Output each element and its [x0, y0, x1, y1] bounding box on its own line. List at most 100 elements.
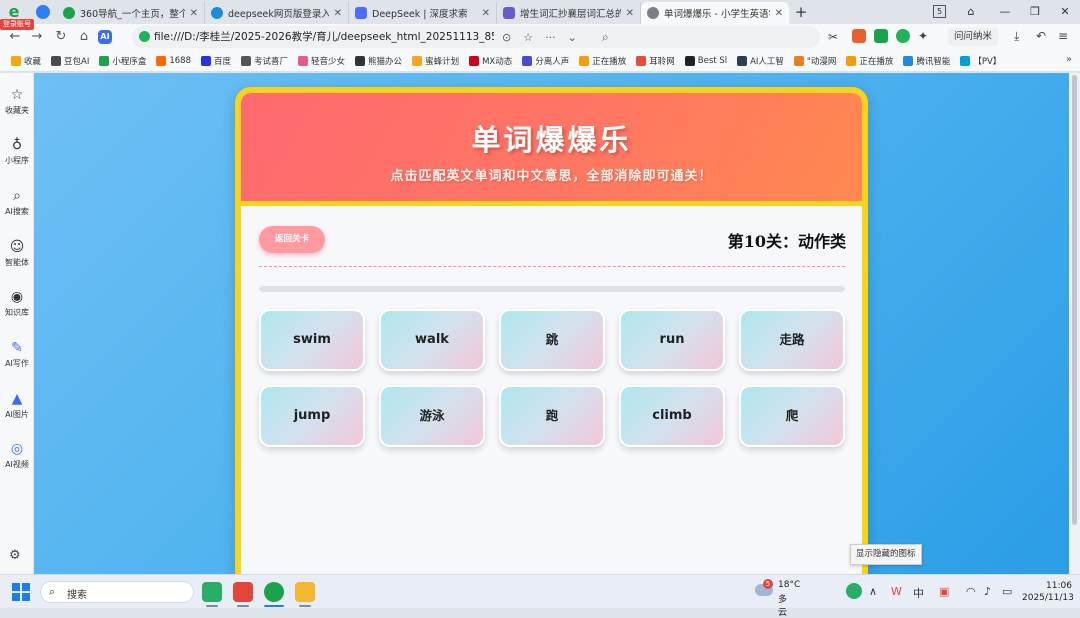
bookmark-item[interactable]: 1688: [151, 50, 196, 72]
volume-icon[interactable]: ♪: [984, 585, 991, 598]
bookmark-item[interactable]: 【PV】: [955, 50, 1006, 72]
chevron-down-icon[interactable]: ⌄: [568, 31, 577, 44]
wenwen-button[interactable]: 问问纳米: [948, 28, 999, 46]
home-icon[interactable]: ⌂: [75, 28, 93, 46]
close-icon[interactable]: ✕: [190, 8, 198, 19]
tab-label: 增生词汇抄襄层词汇总的: [520, 9, 621, 20]
sidebar-item-ai-search[interactable]: ⌕ AI搜索: [0, 182, 34, 226]
tab-vocab[interactable]: 增生词汇抄襄层词汇总的 ✕: [497, 2, 641, 24]
tab-count-badge[interactable]: 5: [933, 5, 946, 18]
tab-deepseek-login[interactable]: deepseek网页版登录入口_ ✕: [205, 2, 349, 24]
word-card[interactable]: 跑: [499, 385, 605, 447]
vertical-scrollbar[interactable]: [1069, 73, 1080, 574]
bookmark-item[interactable]: MX动态: [464, 50, 517, 72]
bookmark-item[interactable]: 耳聆网: [631, 50, 680, 72]
shirt-icon[interactable]: ⌂: [962, 3, 980, 21]
back-to-levels-button[interactable]: 返回关卡: [259, 226, 325, 253]
file-explorer-icon[interactable]: [295, 582, 315, 602]
more-icon[interactable]: ···: [545, 31, 556, 44]
word-card[interactable]: 爬: [739, 385, 845, 447]
word-card[interactable]: 游泳: [379, 385, 485, 447]
bookmark-item[interactable]: 豆包AI: [46, 50, 94, 72]
taskbar-search-input[interactable]: ⌕ 搜索: [40, 581, 194, 603]
bookmark-item[interactable]: "动漫网: [789, 50, 841, 72]
undo-icon[interactable]: ↶: [1036, 29, 1050, 43]
bookmark-item[interactable]: 小程序盒: [94, 50, 151, 72]
knowledge-icon: ◉: [10, 289, 24, 305]
minimize-icon[interactable]: —: [996, 3, 1014, 21]
word-card[interactable]: 走路: [739, 309, 845, 371]
word-card[interactable]: swim: [259, 309, 365, 371]
sidebar-item-ai-writing[interactable]: ✎ AI写作: [0, 334, 34, 378]
clock-date[interactable]: 2025/11/13: [1022, 593, 1074, 603]
tray-app-icon[interactable]: [846, 583, 862, 599]
sidebar-item-agents[interactable]: ☺ 智能体: [0, 233, 34, 277]
search-icon[interactable]: ⌕: [602, 30, 609, 45]
bookmark-item[interactable]: 正在播放: [841, 50, 898, 72]
bookmark-item[interactable]: 考试喜厂: [236, 50, 293, 72]
login-badge[interactable]: 登录账号: [0, 19, 34, 30]
scrollbar-thumb[interactable]: [1072, 75, 1077, 525]
bookmark-item[interactable]: AI人工智: [732, 50, 789, 72]
bookmark-label: 轻音少女: [311, 56, 346, 67]
bookmark-item[interactable]: 正在播放: [574, 50, 631, 72]
star-icon[interactable]: ☆: [523, 31, 533, 44]
bookmark-item[interactable]: Best Sl: [680, 50, 732, 72]
bookmark-item[interactable]: 轻音少女: [293, 50, 350, 72]
bookmark-item[interactable]: 分离人声: [517, 50, 574, 72]
url-text[interactable]: file:///D:/李桂兰/2025-2026教学/育儿/deepseek_h…: [154, 26, 494, 48]
window-close-icon[interactable]: ✕: [1056, 3, 1074, 21]
download-icon[interactable]: ⤓: [1014, 29, 1028, 43]
battery-icon[interactable]: ▭: [1002, 585, 1012, 598]
shield-icon[interactable]: [36, 5, 50, 19]
restore-icon[interactable]: ❐: [1026, 3, 1044, 21]
forward-arrow-icon[interactable]: →: [28, 28, 46, 46]
back-arrow-icon[interactable]: ←: [6, 28, 24, 46]
wechat-icon[interactable]: [202, 582, 222, 602]
sidebar-item-ai-video[interactable]: ◎ AI视频: [0, 435, 34, 479]
bookmark-item[interactable]: 腾讯智能: [898, 50, 955, 72]
clock-time[interactable]: 11:06: [1046, 581, 1072, 591]
browser-360-icon[interactable]: [264, 582, 284, 602]
word-card[interactable]: climb: [619, 385, 725, 447]
tab-word-game[interactable]: 单词爆爆乐 - 小学生英语学 ✕: [641, 2, 789, 24]
scissors-icon[interactable]: ✂: [828, 30, 842, 44]
tab-deepseek[interactable]: DeepSeek | 深度求索 ✕: [349, 2, 497, 24]
close-icon[interactable]: ✕: [334, 8, 342, 19]
windows-start-icon[interactable]: [12, 583, 30, 601]
close-icon[interactable]: ✕: [626, 8, 634, 19]
puzzle-icon[interactable]: ✦: [918, 29, 932, 43]
bookmark-item[interactable]: 熊猫办公: [350, 50, 407, 72]
bookmark-item[interactable]: 百度: [196, 50, 236, 72]
tray-w-icon[interactable]: W: [891, 585, 902, 598]
tab-360-nav[interactable]: 360导航_一个主页，整个世界 ✕: [57, 2, 205, 24]
word-card[interactable]: 跳: [499, 309, 605, 371]
sidebar-item-favorites[interactable]: ☆ 收藏夹: [0, 81, 34, 125]
fox-icon[interactable]: [852, 29, 866, 43]
reload-icon[interactable]: ↻: [52, 28, 70, 46]
extension-green-icon[interactable]: [874, 29, 888, 43]
close-icon[interactable]: ✕: [482, 8, 490, 19]
word-card[interactable]: run: [619, 309, 725, 371]
url-bar[interactable]: file:///D:/李桂兰/2025-2026教学/育儿/deepseek_h…: [132, 26, 820, 48]
sidebar-item-knowledge[interactable]: ◉ 知识库: [0, 283, 34, 327]
sidebar-item-ai-image[interactable]: ▲ AI图片: [0, 385, 34, 429]
target-icon[interactable]: ⊙: [502, 31, 511, 44]
sidebar-item-mini-programs[interactable]: ♁ 小程序: [0, 131, 34, 175]
chevron-up-icon[interactable]: ∧: [869, 585, 877, 598]
word-card[interactable]: walk: [379, 309, 485, 371]
bookmark-item[interactable]: 收藏: [6, 50, 46, 72]
wifi-icon[interactable]: ◠: [966, 585, 976, 598]
wps-icon[interactable]: [233, 582, 253, 602]
bookmark-item[interactable]: 蜜蜂计划: [407, 50, 464, 72]
close-icon[interactable]: ✕: [775, 8, 783, 19]
check-icon[interactable]: [896, 29, 910, 43]
bookmarks-more-icon[interactable]: »: [1066, 54, 1072, 65]
gear-icon[interactable]: ⚙: [9, 548, 21, 563]
menu-icon[interactable]: ≡: [1058, 29, 1072, 43]
new-tab-button[interactable]: +: [792, 3, 810, 21]
word-card[interactable]: jump: [259, 385, 365, 447]
ai-icon[interactable]: AI: [98, 30, 112, 44]
ime-icon[interactable]: 中: [913, 585, 924, 601]
tray-wps-icon[interactable]: ▣: [939, 585, 949, 598]
